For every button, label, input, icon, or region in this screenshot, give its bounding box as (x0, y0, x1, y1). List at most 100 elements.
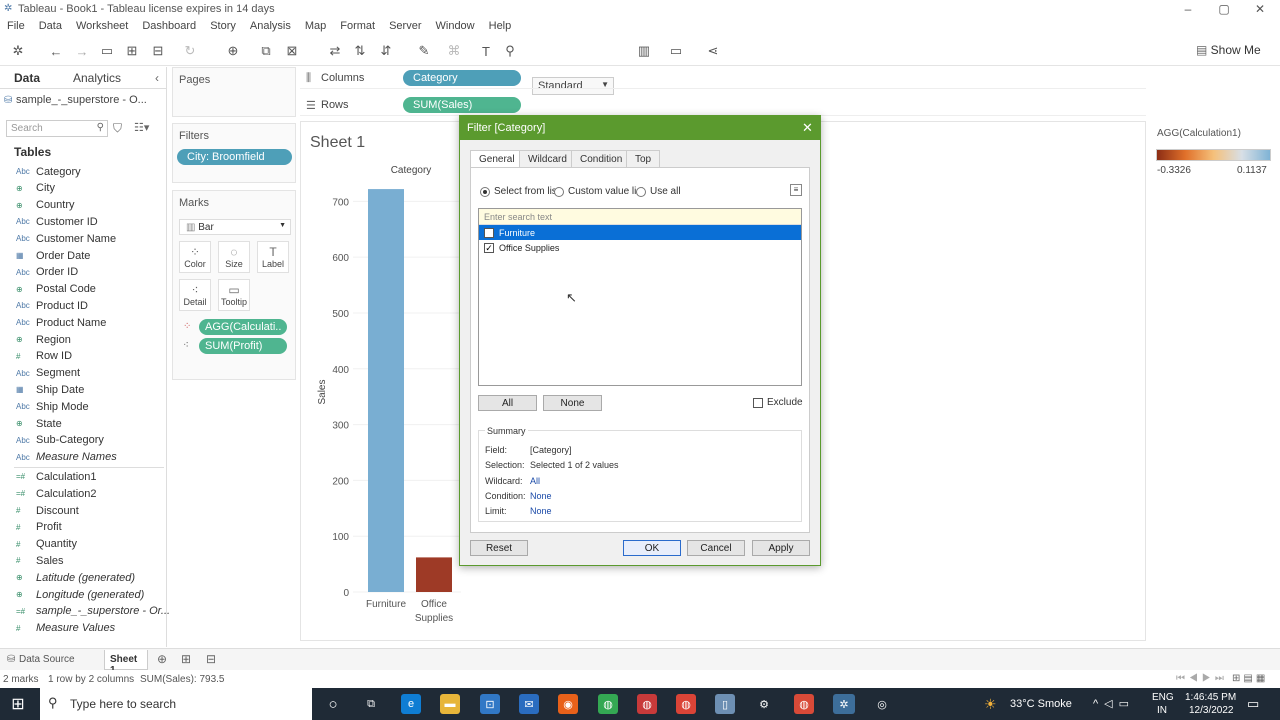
group-icon[interactable]: ⌘ (444, 42, 464, 60)
mail-icon[interactable]: ✉ (519, 694, 539, 714)
new-story-icon[interactable]: ⊟ (206, 652, 216, 666)
new-datasource-icon[interactable]: ⊞ (122, 42, 142, 60)
save-icon[interactable]: ▭ (97, 42, 117, 60)
field-search-input[interactable]: Search ⚲ (6, 120, 108, 137)
datasource-name[interactable]: sample_-_superstore - O... (16, 94, 147, 106)
menu-data[interactable]: Data (32, 18, 69, 36)
field-customer-id[interactable]: Abc Customer ID (16, 213, 98, 230)
firefox-icon[interactable]: ◉ (558, 694, 578, 714)
duplicate-icon[interactable]: ⧉ (256, 42, 276, 60)
menu-format[interactable]: Format (333, 18, 382, 36)
tray-icons[interactable]: ^◁▭ (1093, 697, 1135, 710)
swap-icon[interactable]: ⇄ (325, 42, 345, 60)
presentation-chart-icon[interactable]: ▥ (634, 42, 654, 60)
field-category[interactable]: Abc Category (16, 163, 81, 180)
detail-button[interactable]: ⁖ Detail (179, 279, 211, 311)
radio-use-all[interactable]: Use all (636, 186, 681, 197)
field-state[interactable]: ⊕ State (16, 415, 62, 432)
tab-wildcard[interactable]: Wildcard (519, 150, 576, 167)
cortana-icon[interactable]: ○ (323, 694, 343, 714)
apply-button[interactable]: Apply (752, 540, 810, 556)
rows-shelf[interactable]: ☰ Rows SUM(Sales) (300, 94, 1146, 116)
edge-icon[interactable]: e (401, 694, 421, 714)
pages-shelf[interactable]: Pages (172, 67, 296, 117)
weather-text[interactable]: 33°C Smoke (1010, 698, 1072, 710)
mark-pill-calculation[interactable]: AGG(Calculati.. (199, 319, 287, 335)
refresh-icon[interactable]: ↻ (180, 42, 200, 60)
checkbox-icon[interactable]: ✓ (484, 242, 494, 253)
checkbox-icon[interactable] (484, 227, 494, 238)
undo-icon[interactable]: ← (46, 42, 66, 60)
cancel-button[interactable]: Cancel (687, 540, 745, 556)
rows-pill-sales[interactable]: SUM(Sales) (403, 97, 521, 113)
menu-file[interactable]: File (0, 18, 32, 36)
columns-pill-category[interactable]: Category (403, 70, 521, 86)
list-options-icon[interactable]: ≡ (790, 184, 802, 196)
clock-date[interactable]: 12/3/2022 (1189, 705, 1234, 716)
tab-sheet-1[interactable]: Sheet 1 (104, 650, 148, 676)
field-region[interactable]: ⊕ Region (16, 331, 71, 348)
menu-help[interactable]: Help (482, 18, 519, 36)
new-dashboard-icon[interactable]: ⊞ (181, 652, 191, 666)
labels-icon[interactable]: T (476, 42, 496, 60)
reset-button[interactable]: Reset (470, 540, 528, 556)
field-ship-date[interactable]: ▦ Ship Date (16, 381, 84, 398)
tab-top[interactable]: Top (626, 150, 661, 167)
field-order-id[interactable]: Abc Order ID (16, 264, 78, 281)
measure-profit[interactable]: # Profit (16, 519, 62, 536)
view-mode-icons[interactable]: ⊞▤▦ (1232, 673, 1268, 684)
clock-time[interactable]: 1:46:45 PM (1185, 692, 1236, 703)
tab-general[interactable]: General (470, 150, 524, 167)
sort-asc-icon[interactable]: ⇅ (350, 42, 370, 60)
field-country[interactable]: ⊕ Country (16, 197, 75, 214)
obs-icon[interactable]: ◎ (872, 694, 892, 714)
menu-window[interactable]: Window (429, 18, 482, 36)
tableau-taskbar-icon[interactable]: ✲ (833, 694, 855, 714)
exclude-checkbox[interactable]: Exclude (753, 397, 803, 408)
store-icon[interactable]: ⊡ (480, 694, 500, 714)
lang-region[interactable]: IN (1157, 705, 1167, 716)
legend-gradient[interactable] (1156, 149, 1271, 161)
list-item[interactable]: Furniture (479, 225, 801, 240)
notification-icon[interactable]: ▭ (1247, 696, 1259, 712)
field-ship-mode[interactable]: Abc Ship Mode (16, 398, 89, 415)
measure-longitude-generated-[interactable]: ⊕ Longitude (generated) (16, 586, 144, 603)
share-icon[interactable]: ⋖ (703, 42, 723, 60)
columns-shelf[interactable]: ⫼ Columns Category (300, 67, 1146, 89)
measure-measure-values[interactable]: # Measure Values (16, 620, 115, 637)
presentation-mode-icon[interactable]: ▭ (666, 42, 686, 60)
filters-shelf[interactable]: Filters City: Broomfield (172, 123, 296, 183)
windows-start-icon[interactable]: ⊞ (8, 694, 28, 714)
summary-value[interactable]: None (530, 491, 552, 501)
measure-discount[interactable]: # Discount (16, 502, 79, 519)
menu-story[interactable]: Story (203, 18, 243, 36)
radio-custom-value-list[interactable]: Custom value list (554, 186, 644, 197)
task-view-icon[interactable]: ⧉ (361, 694, 381, 714)
pin-icon[interactable]: ⚲ (500, 42, 520, 60)
new-worksheet-icon[interactable]: ⊕ (223, 42, 243, 60)
chrome-icon[interactable]: ◍ (637, 694, 657, 714)
field-customer-name[interactable]: Abc Customer Name (16, 230, 116, 247)
tooltip-button[interactable]: ▭ Tooltip (218, 279, 250, 311)
summary-value[interactable]: All (530, 476, 540, 486)
taskbar-search-input[interactable]: ⚲ Type here to search (40, 688, 312, 720)
size-button[interactable]: ◌ Size (218, 241, 250, 273)
tab-condition[interactable]: Condition (571, 150, 632, 167)
maximize-icon[interactable]: ▢ (1206, 0, 1242, 18)
measure-calculation1[interactable]: =# Calculation1 (16, 468, 97, 485)
mark-type-select[interactable]: ▥ Bar ▼ (179, 219, 291, 235)
new-sheet-icon[interactable]: ⊕ (157, 652, 167, 666)
chrome-alt-icon[interactable]: ◍ (676, 694, 696, 714)
sort-desc-icon[interactable]: ⇵ (376, 42, 396, 60)
filter-pill-city[interactable]: City: Broomfield (177, 149, 292, 165)
measure-sales[interactable]: # Sales (16, 552, 64, 569)
field-segment[interactable]: Abc Segment (16, 365, 80, 382)
ok-button[interactable]: OK (623, 540, 681, 556)
page-nav-icons[interactable]: ⏮◀▶⏭ (1176, 673, 1228, 684)
measure-sample-superstore-or-[interactable]: =# sample_-_superstore - Or... (16, 603, 170, 620)
lang-code[interactable]: ENG (1152, 692, 1174, 703)
color-button[interactable]: ⁘ Color (179, 241, 211, 273)
show-me-button[interactable]: ▤ Show Me (1196, 43, 1261, 57)
measure-calculation2[interactable]: =# Calculation2 (16, 485, 97, 502)
menu-map[interactable]: Map (298, 18, 333, 36)
